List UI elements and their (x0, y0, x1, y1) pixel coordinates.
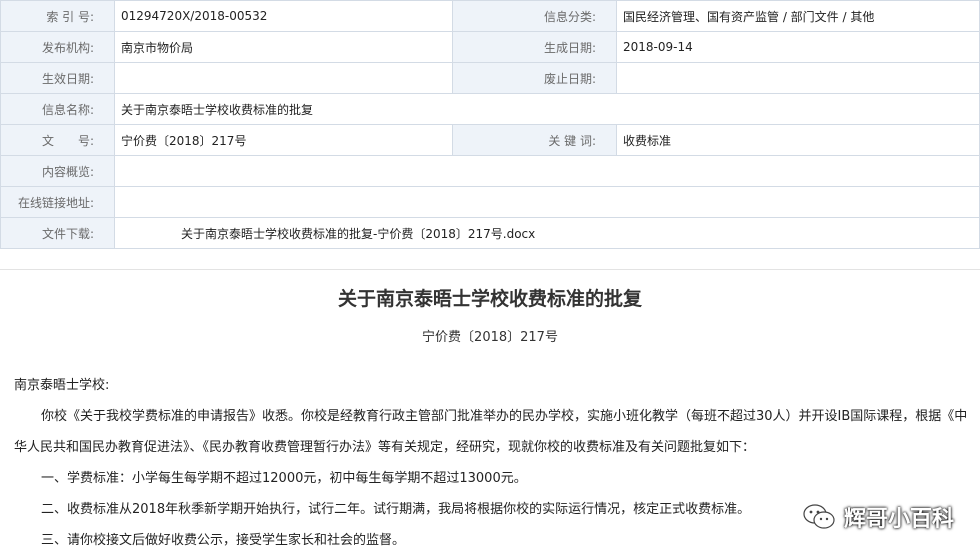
summary-label: 内容概览: (0, 155, 115, 187)
salutation: 南京泰晤士学校: (14, 378, 110, 393)
section-divider (0, 269, 980, 270)
abolished-date-value (616, 62, 980, 94)
effective-date-value (114, 62, 453, 94)
publisher-value: 南京市物价局 (114, 31, 453, 63)
keywords-value: 收费标准 (616, 124, 980, 156)
effective-date-label: 生效日期: (0, 62, 115, 94)
doc-number-value: 宁价费〔2018〕217号 (114, 124, 453, 156)
meta-row-link: 在线链接地址: (0, 186, 980, 218)
meta-row-publisher: 发布机构: 南京市物价局 生成日期: 2018-09-14 (0, 31, 980, 63)
created-date-label: 生成日期: (452, 31, 617, 63)
meta-row-index: 索 引 号: 01294720X/2018-00532 信息分类: 国民经济管理… (0, 0, 980, 32)
document-metadata-table: 索 引 号: 01294720X/2018-00532 信息分类: 国民经济管理… (0, 0, 980, 249)
category-value: 国民经济管理、国有资产监管 / 部门文件 / 其他 (616, 0, 980, 32)
online-link-label: 在线链接地址: (0, 186, 115, 218)
body-paragraph: 你校《关于我校学费标准的申请报告》收悉。你校是经教育行政主管部门批准举办的民办学… (14, 409, 968, 455)
index-value: 01294720X/2018-00532 (114, 0, 453, 32)
document-title: 关于南京泰晤士学校收费标准的批复 (337, 288, 642, 310)
meta-row-download: 文件下载: 关于南京泰晤士学校收费标准的批复-宁价费〔2018〕217号.doc… (0, 217, 980, 249)
meta-row-name: 信息名称: 关于南京泰晤士学校收费标准的批复 (0, 93, 980, 125)
summary-value (114, 155, 980, 187)
watermark-text: 辉哥小百科 (843, 507, 954, 532)
meta-row-effective: 生效日期: 废止日期: (0, 62, 980, 94)
index-label: 索 引 号: (0, 0, 115, 32)
created-date-value: 2018-09-14 (616, 31, 980, 63)
doc-number-label: 文 号: (0, 124, 115, 156)
info-name-label: 信息名称: (0, 93, 115, 125)
file-download-label: 文件下载: (0, 217, 115, 249)
item-tuition-standard: 一、学费标准：小学每生每学期不超过12000元，初中每生每学期不超过13000元… (41, 471, 527, 486)
keywords-label: 关 键 词: (452, 124, 617, 156)
wechat-icon (802, 503, 836, 531)
document-number: 宁价费〔2018〕217号 (422, 330, 558, 345)
abolished-date-label: 废止日期: (452, 62, 617, 94)
watermark: 辉哥小百科 (797, 499, 958, 535)
file-download-link[interactable]: 关于南京泰晤士学校收费标准的批复-宁价费〔2018〕217号.docx (114, 217, 980, 249)
info-name-value: 关于南京泰晤士学校收费标准的批复 (114, 93, 980, 125)
meta-row-summary: 内容概览: (0, 155, 980, 187)
category-label: 信息分类: (452, 0, 617, 32)
publisher-label: 发布机构: (0, 31, 115, 63)
meta-row-docno: 文 号: 宁价费〔2018〕217号 关 键 词: 收费标准 (0, 124, 980, 156)
online-link-value[interactable] (114, 186, 980, 218)
